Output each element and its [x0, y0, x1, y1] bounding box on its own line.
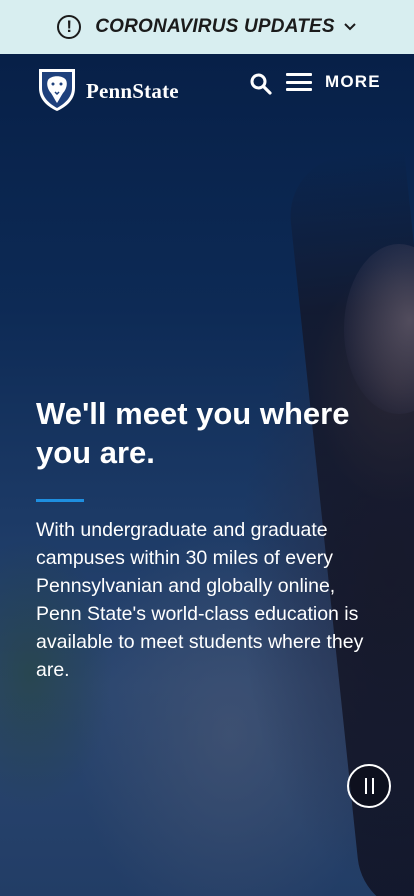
- search-icon[interactable]: [249, 72, 273, 96]
- more-menu-button[interactable]: MORE: [286, 72, 381, 92]
- hero-section: PennState MORE We'll meet you where you …: [0, 54, 414, 896]
- exclamation-circle-icon: !: [57, 15, 82, 39]
- site-logo[interactable]: PennState: [36, 66, 179, 117]
- accent-divider: [36, 499, 84, 502]
- alert-label: CORONAVIRUS UPDATES: [95, 16, 335, 37]
- pause-icon: [364, 778, 367, 794]
- site-header: PennState MORE: [0, 54, 414, 124]
- pause-button[interactable]: [347, 764, 391, 808]
- alert-banner[interactable]: ! CORONAVIRUS UPDATES: [0, 0, 414, 54]
- menu-label: MORE: [325, 72, 381, 91]
- logo-wordmark: PennState: [86, 79, 179, 103]
- hero-headline: We'll meet you where you are.: [36, 396, 350, 470]
- hero-body-text: With undergraduate and graduate campuses…: [36, 519, 364, 681]
- chevron-down-icon: [343, 22, 357, 32]
- nittany-lion-shield-icon: [36, 66, 78, 117]
- menu-icon: [286, 73, 312, 91]
